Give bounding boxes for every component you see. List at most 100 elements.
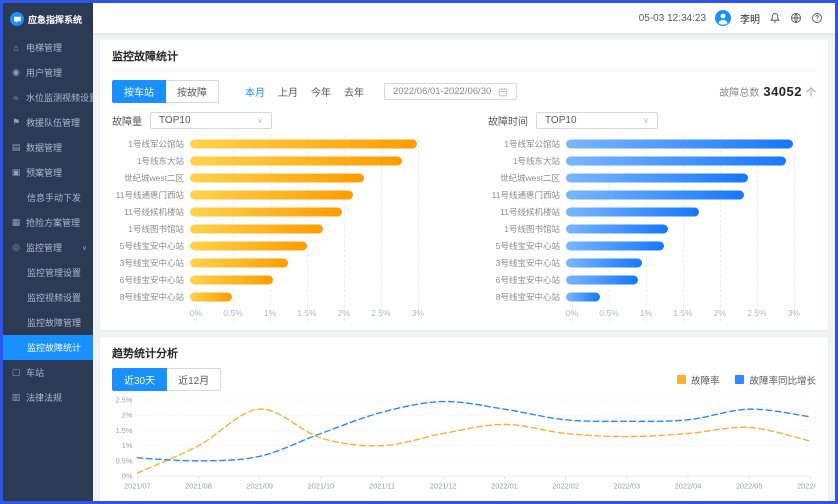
bar-category-label: 3号线宝安中心站	[488, 257, 566, 269]
bar	[566, 241, 664, 250]
x-axis-tick-label: 2021/12	[430, 482, 457, 491]
bell-icon[interactable]	[769, 12, 781, 24]
axis-tick-label: 3%	[412, 308, 424, 318]
sidebar-item-label: 监控管理设置	[27, 266, 81, 279]
x-axis: 0%0.5%1%1.5%2%2.5%3%	[572, 308, 816, 322]
top-filter-select[interactable]: TOP10 ∨	[536, 112, 658, 129]
bar-row: 8号线宝安中心站	[488, 288, 816, 305]
range-last-year[interactable]: 去年	[344, 84, 364, 99]
bar-row: 5号线宝安中心站	[488, 237, 816, 254]
x-axis-tick-label: 2022/06	[797, 482, 816, 491]
tab-by-station[interactable]: 按车站	[112, 80, 166, 103]
legend-swatch	[677, 375, 686, 384]
data-icon: ▤	[11, 142, 21, 153]
tab-by-fault[interactable]: 按故障	[166, 80, 219, 103]
sidebar-item-label: 数据管理	[26, 141, 62, 154]
bar-track	[190, 271, 440, 288]
sidebar-item-label: 监控视频设置	[27, 291, 81, 304]
sidebar-item[interactable]: ▤ 数据管理	[3, 135, 93, 160]
sidebar-item[interactable]: ≈水位监测视频设置	[3, 85, 93, 110]
bar-track	[566, 254, 816, 271]
x-axis-tick-label: 2022/05	[736, 482, 763, 491]
bar-track	[190, 203, 440, 220]
sidebar-item[interactable]: 监控故障统计	[3, 335, 93, 360]
sidebar-item[interactable]: 监控故障管理	[3, 310, 93, 335]
legend-fault-rate[interactable]: 故障率	[677, 373, 720, 387]
bar-track	[190, 254, 440, 271]
axis-tick-label: 1%	[264, 308, 276, 318]
station-icon: ▢	[11, 367, 21, 378]
sidebar-item[interactable]: 监控管理设置	[3, 260, 93, 285]
sidebar-item[interactable]: ▢车站	[3, 360, 93, 385]
bar-category-label: 1号线图书馆站	[488, 223, 566, 235]
sidebar-item[interactable]: ▥法律法规	[3, 385, 93, 410]
app-title: 应急指挥系统	[28, 13, 82, 26]
legend-label: 故障率同比增长	[749, 373, 816, 387]
fault-stats-card: 监控故障统计 按车站 按故障 本月 上月 今年 去年 2022/06/01-20…	[100, 40, 828, 330]
sidebar-item[interactable]: 监控视频设置	[3, 285, 93, 310]
bar-track	[566, 152, 816, 169]
sidebar-item-label: 预案管理	[26, 166, 62, 179]
bar-category-label: 11号线通惠门西站	[112, 189, 190, 201]
username[interactable]: 李明	[740, 11, 760, 26]
bar-category-label: 1号线军公馆站	[112, 138, 190, 150]
range-this-month[interactable]: 本月	[245, 84, 265, 99]
sidebar-item[interactable]: ◉用户管理	[3, 60, 93, 85]
x-axis-tick-label: 2021/09	[246, 482, 273, 491]
rescue-icon: ▦	[11, 217, 21, 228]
bar	[190, 292, 232, 301]
axis-tick-label: 2%	[714, 308, 726, 318]
line-series	[137, 409, 810, 473]
fault-card-controls: 按车站 按故障 本月 上月 今年 去年 2022/06/01-2022/06/3…	[112, 80, 816, 103]
x-axis-tick-label: 2022/01	[491, 482, 518, 491]
chevron-down-icon: ∨	[82, 244, 87, 252]
top-filter-select[interactable]: TOP10 ∨	[150, 112, 272, 129]
bar-row: 1号线军公馆站	[488, 135, 816, 152]
sidebar-item[interactable]: ▣预案管理	[3, 160, 93, 185]
legend-fault-rate-yoy[interactable]: 故障率同比增长	[735, 373, 816, 387]
avatar[interactable]	[715, 10, 731, 26]
bar-row: 1号线图书馆站	[488, 220, 816, 237]
bar	[190, 139, 417, 148]
x-axis-tick-label: 2022/04	[675, 482, 702, 491]
tab-last-30-days[interactable]: 近30天	[112, 368, 167, 391]
bar-row: 1号线图书馆站	[112, 220, 440, 237]
sidebar-item[interactable]: ▦抢险方案管理	[3, 210, 93, 235]
bar-category-label: 11号线通惠门西站	[488, 189, 566, 201]
sidebar-item[interactable]: ◎监控管理∨	[3, 235, 93, 260]
calendar-icon	[498, 87, 508, 97]
bar	[190, 156, 402, 165]
help-icon[interactable]	[811, 12, 823, 24]
trend-range-tabs: 近30天 近12月	[112, 368, 221, 391]
bar-track	[566, 271, 816, 288]
sidebar: 应急指挥系统 ⌂电梯管理◉用户管理≈水位监测视频设置⚑救援队伍管理 ▤ 数据管理 ▣预…	[3, 3, 93, 501]
tab-last-12-months[interactable]: 近12月	[167, 368, 221, 391]
y-axis-tick-label: 1%	[122, 441, 133, 450]
bar-category-label: 1号线军公馆站	[488, 138, 566, 150]
date-range-value: 2022/06/01-2022/06/30	[393, 86, 491, 97]
sidebar-item[interactable]: ⌂电梯管理	[3, 35, 93, 60]
x-axis-tick-label: 2021/11	[369, 482, 395, 491]
range-last-month[interactable]: 上月	[278, 84, 298, 99]
bar-rows: 1号线军公馆站1号线东大站世纪城west二区11号线通惠门西站11号线候机楼站1…	[112, 135, 440, 305]
sidebar-item[interactable]: 信息手动下发	[3, 185, 93, 210]
range-this-year[interactable]: 今年	[311, 84, 331, 99]
bar-row: 6号线宝安中心站	[112, 271, 440, 288]
bar-track	[566, 237, 816, 254]
y-axis-tick-label: 0%	[122, 472, 133, 481]
bar	[566, 292, 600, 301]
sidebar-item[interactable]: ⚑救援队伍管理	[3, 110, 93, 135]
globe-icon[interactable]	[790, 12, 802, 24]
bar-row: 3号线宝安中心站	[112, 254, 440, 271]
bar-row: 11号线候机楼站	[488, 203, 816, 220]
bar	[190, 224, 323, 233]
bar-category-label: 世纪城west二区	[112, 172, 190, 184]
bar-category-label: 1号线图书馆站	[112, 223, 190, 235]
bar	[566, 156, 786, 165]
water-icon: ≈	[11, 93, 21, 103]
trend-line-chart: 0%0.5%1%1.5%2%2.5%2021/072021/082021/092…	[112, 393, 816, 497]
date-range-picker[interactable]: 2022/06/01-2022/06/30	[384, 83, 517, 100]
sidebar-item-label: 信息手动下发	[27, 191, 81, 204]
fault-total-unit: 个	[806, 84, 816, 99]
bar-track	[566, 169, 816, 186]
